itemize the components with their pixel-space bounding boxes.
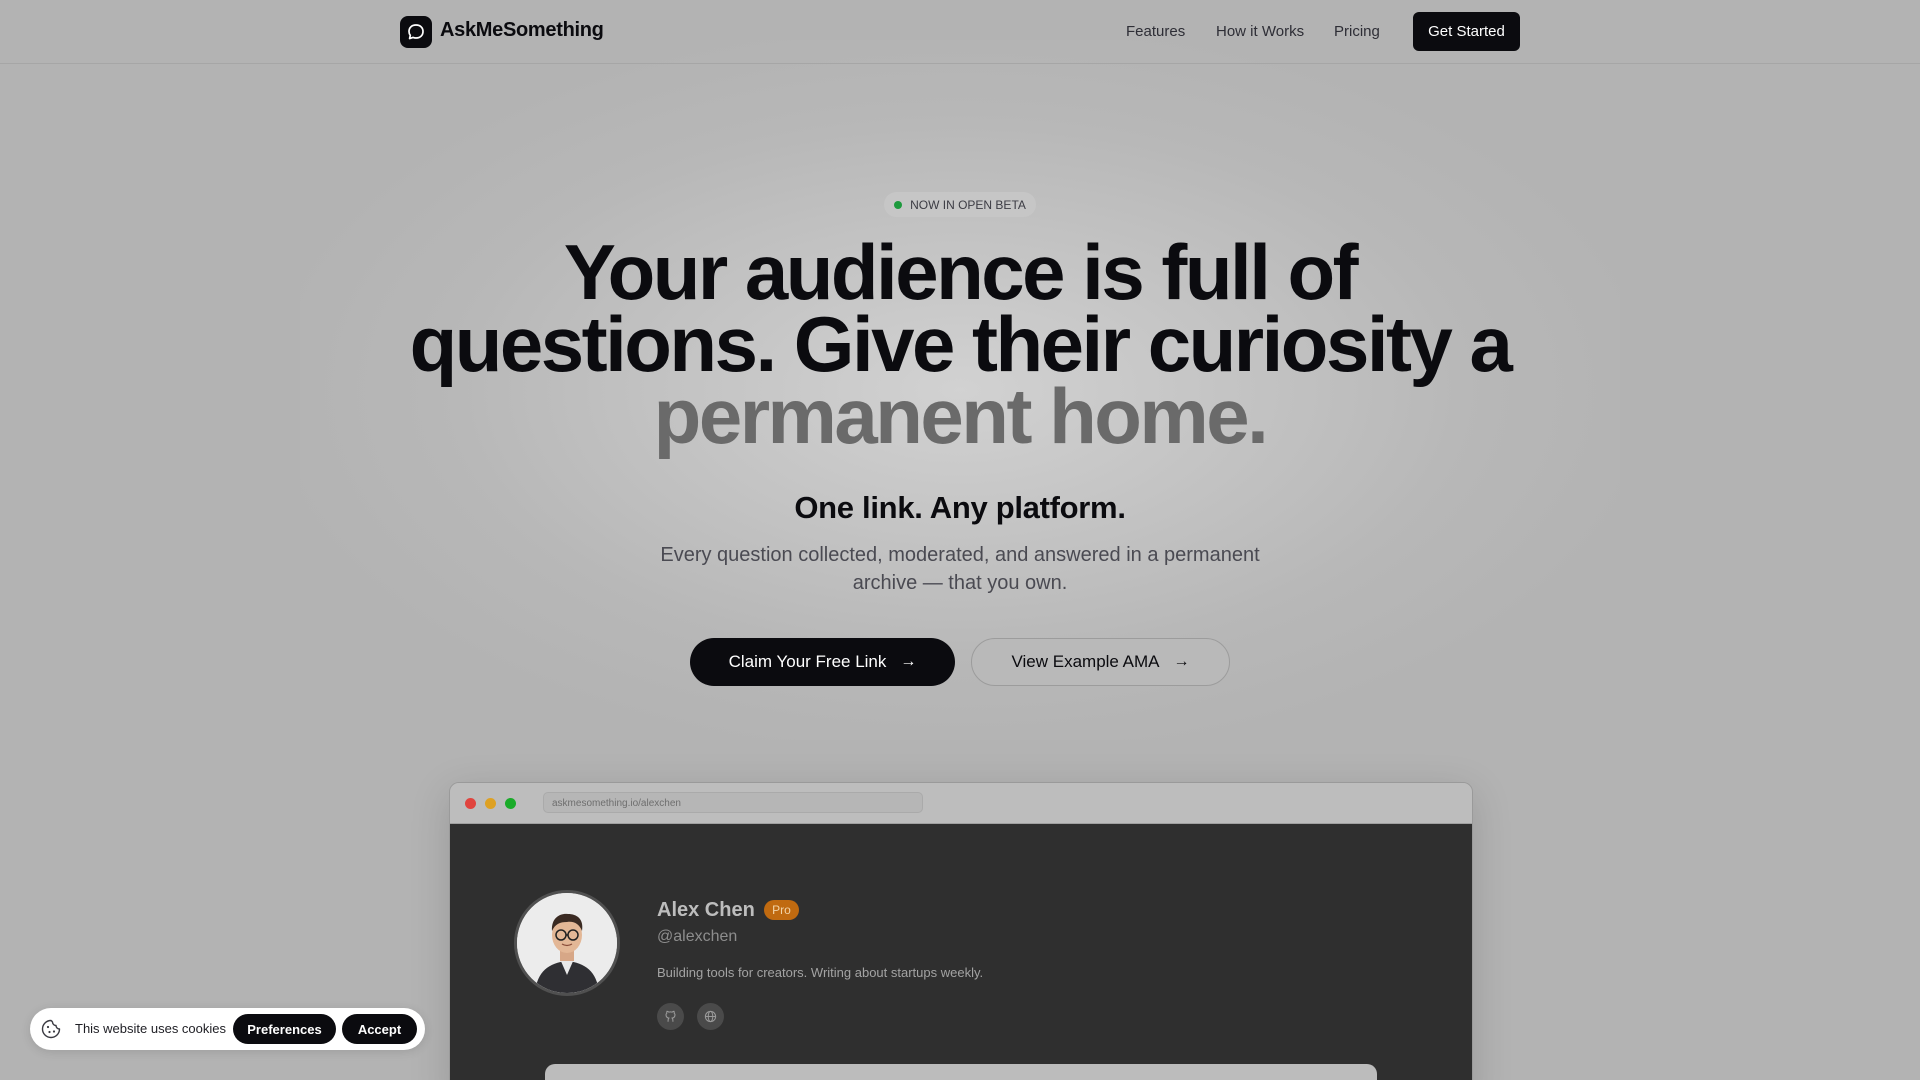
pro-badge: Pro	[764, 900, 799, 920]
profile-bio: Building tools for creators. Writing abo…	[657, 965, 984, 980]
hero-subhead: One link. Any platform.	[794, 490, 1126, 525]
profile-handle: @alexchen	[657, 928, 738, 945]
beta-badge: NOW IN OPEN BETA	[884, 192, 1036, 217]
github-icon[interactable]	[657, 1003, 684, 1030]
browser-titlebar: askmesomething.io/alexchen	[450, 783, 1472, 824]
window-close-icon	[465, 798, 476, 809]
hero-headline: Your audience is full of questions. Give…	[360, 233, 1560, 455]
profile-preview: Alex Chen Pro @alexchen Building tools f…	[450, 824, 1472, 1080]
globe-icon[interactable]	[697, 1003, 724, 1030]
avatar	[514, 890, 620, 996]
status-dot-icon	[894, 200, 903, 209]
get-started-button[interactable]: Get Started	[1413, 12, 1520, 51]
hero-description: Every question collected, moderated, and…	[660, 544, 1260, 594]
nav-link-how-it-works[interactable]: How it Works	[1216, 23, 1304, 40]
nav-link-features[interactable]: Features	[1126, 23, 1185, 40]
claim-free-link-button[interactable]: Claim Your Free Link →	[690, 638, 955, 686]
profile-name: Alex Chen	[657, 899, 755, 921]
view-example-ama-button[interactable]: View Example AMA →	[971, 638, 1230, 686]
claim-free-link-label: Claim Your Free Link	[728, 652, 887, 671]
cookie-icon	[41, 1019, 61, 1039]
window-maximize-icon	[505, 798, 516, 809]
top-nav: AskMeSomething Features How it Works Pri…	[0, 0, 1920, 64]
question-card	[545, 1064, 1377, 1080]
view-example-ama-label: View Example AMA	[1011, 652, 1160, 671]
browser-url-bar: askmesomething.io/alexchen	[543, 792, 923, 813]
headline-line-3: permanent home.	[653, 372, 1269, 460]
arrow-right-icon: →	[1173, 653, 1190, 670]
browser-preview: askmesomething.io/alexchen Alex Chen Pro…	[449, 782, 1473, 1080]
window-minimize-icon	[485, 798, 496, 809]
logo-icon[interactable]	[400, 16, 432, 48]
cookie-preferences-button[interactable]: Preferences	[233, 1014, 336, 1044]
cookie-message: This website uses cookies	[75, 1021, 227, 1036]
cookie-accept-button[interactable]: Accept	[342, 1014, 417, 1044]
cookie-banner: This website uses cookies Preferences Ac…	[30, 1008, 425, 1050]
brand-name[interactable]: AskMeSomething	[440, 19, 604, 42]
nav-link-pricing[interactable]: Pricing	[1334, 23, 1380, 40]
beta-badge-label: NOW IN OPEN BETA	[910, 197, 1026, 212]
arrow-right-icon: →	[900, 653, 917, 670]
